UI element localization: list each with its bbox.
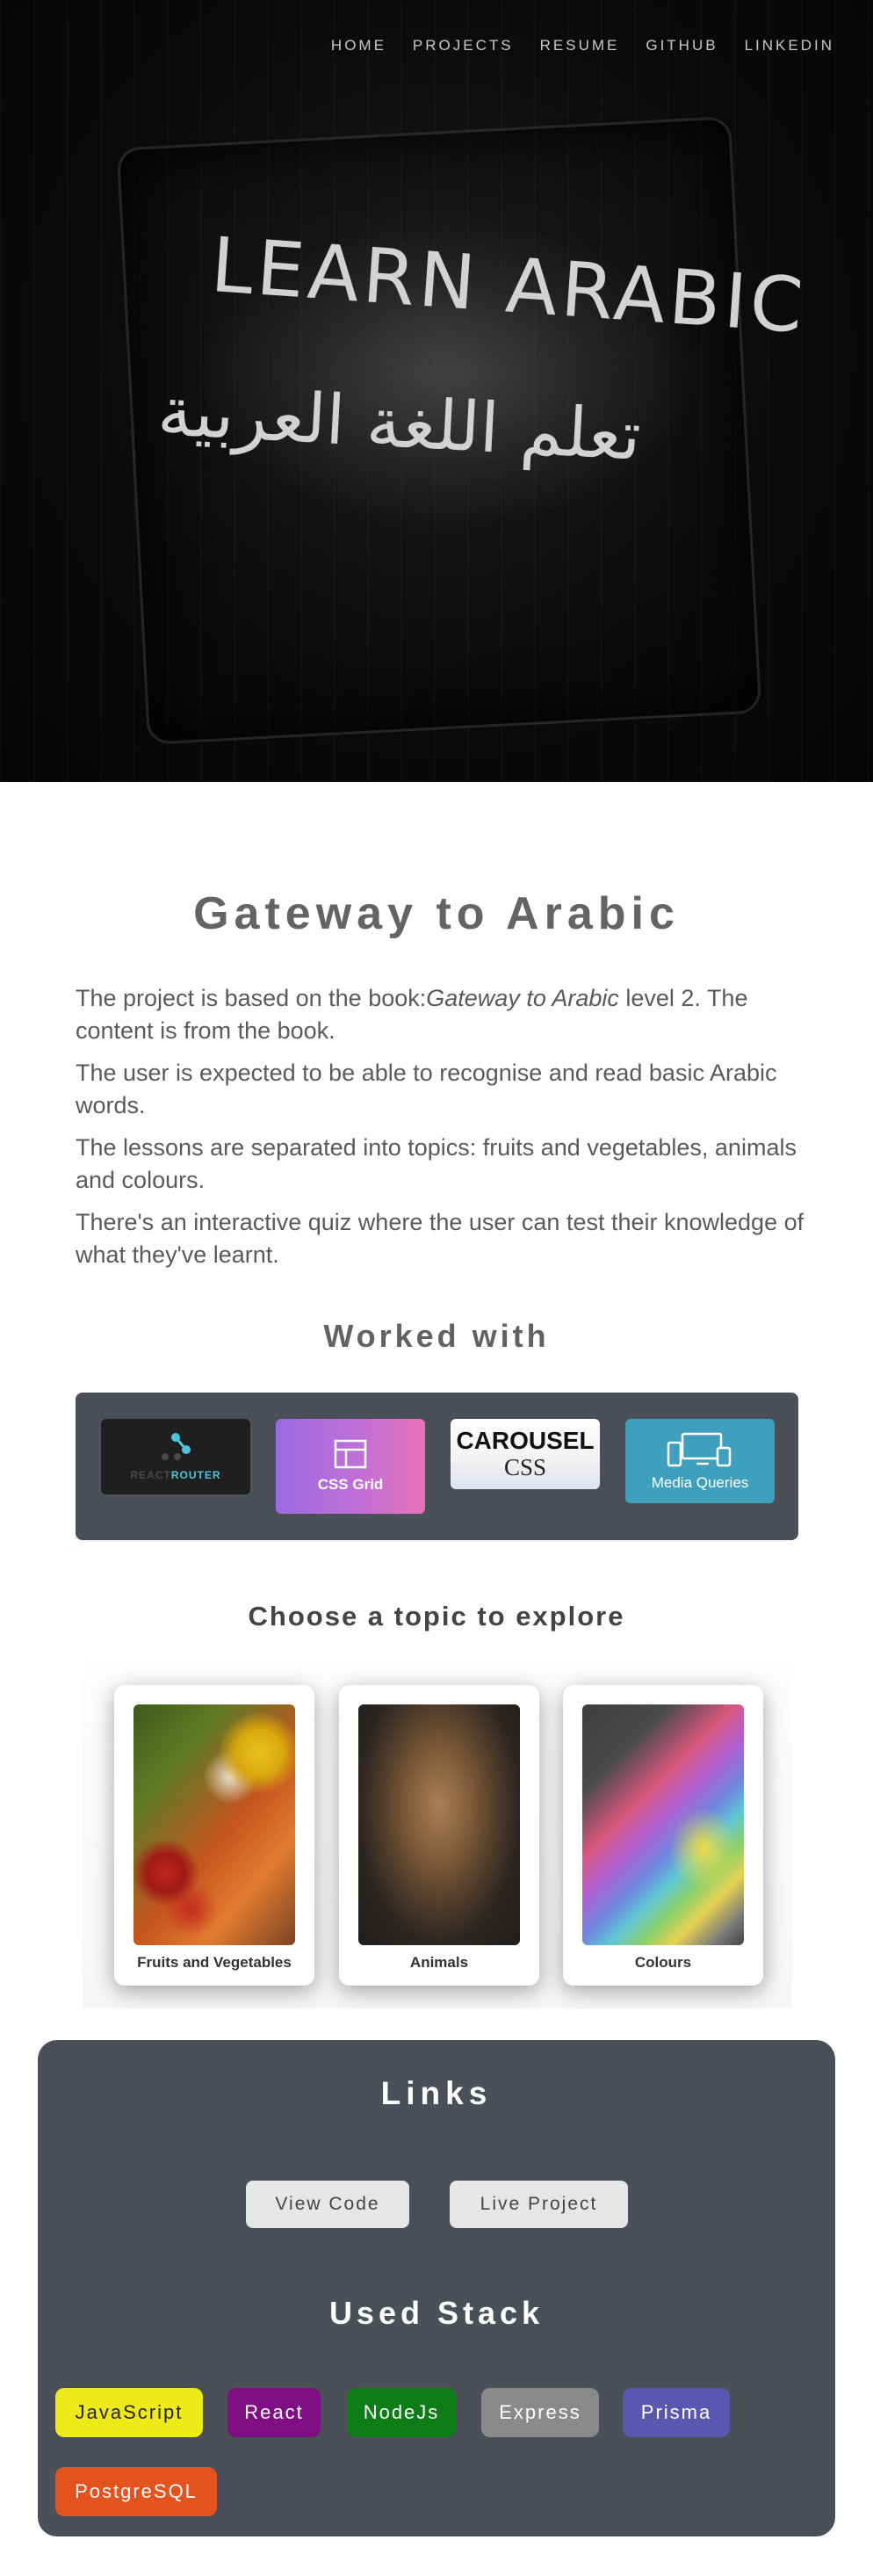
top-nav: HOME PROJECTS RESUME GITHUB LINKEDIN (331, 37, 834, 54)
choose-topic-heading: Choose a topic to explore (248, 1601, 625, 1632)
stack-chip-javascript: JavaScript (55, 2388, 203, 2437)
topic-label: Animals (409, 1954, 469, 1971)
devices-icon (667, 1432, 732, 1467)
react-router-label: REACTROUTER (130, 1469, 220, 1481)
links-heading: Links (380, 2075, 493, 2111)
css-grid-logo: CSS Grid (276, 1419, 425, 1514)
topic-card-fruits-vegetables[interactable]: Fruits and Vegetables (114, 1685, 314, 1986)
nav-projects-link[interactable]: PROJECTS (413, 37, 514, 54)
nav-linkedin-link[interactable]: LINKEDIN (745, 37, 834, 54)
topic-card-animals[interactable]: Animals (339, 1685, 539, 1986)
live-project-button[interactable]: Live Project (450, 2181, 628, 2228)
topic-card-colours[interactable]: Colours (563, 1685, 763, 1986)
nav-home-link[interactable]: HOME (331, 37, 386, 54)
nav-github-link[interactable]: GITHUB (646, 37, 718, 54)
carousel-css-label: CSS (503, 1454, 547, 1480)
stack-chip-postgresql: PostgreSQL (55, 2467, 217, 2516)
carousel-css-logo: CAROUSEL CSS (451, 1419, 600, 1489)
stack-chip-prisma: Prisma (623, 2388, 730, 2437)
worked-with-panel: REACTROUTER CSS Grid CAROUSEL CSS Media … (76, 1393, 798, 1540)
media-queries-label: Media Queries (651, 1474, 749, 1491)
nav-resume-link[interactable]: RESUME (540, 37, 620, 54)
description-paragraph: The project is based on the book:Gateway… (76, 982, 804, 1047)
react-router-label-a: REACT (130, 1469, 171, 1481)
colours-image (582, 1704, 744, 1945)
topic-label: Fruits and Vegetables (137, 1954, 292, 1971)
description-paragraph: The lessons are separated into topics: f… (76, 1134, 797, 1193)
project-description: The project is based on the book:Gateway… (76, 982, 804, 1281)
links-panel: Links View Code Live Project Used Stack … (38, 2040, 835, 2536)
stack-chip-nodejs: NodeJs (347, 2388, 456, 2437)
react-router-icon (162, 1433, 191, 1460)
hero-banner: LEARN ARABIC تعلم اللغة العربية HOME PRO… (0, 0, 873, 782)
vegetables-image (133, 1704, 295, 1945)
lion-image (358, 1704, 520, 1945)
grid-layout-icon (334, 1439, 367, 1469)
project-title: Gateway to Arabic (193, 888, 680, 939)
css-grid-label: CSS Grid (317, 1476, 384, 1493)
react-router-logo: REACTROUTER (101, 1419, 250, 1494)
media-queries-logo: Media Queries (625, 1419, 775, 1503)
stack-chip-express: Express (481, 2388, 599, 2437)
book-title: Gateway to Arabic (426, 985, 619, 1011)
react-router-label-b: ROUTER (170, 1469, 221, 1481)
used-stack-heading: Used Stack (328, 2295, 545, 2331)
stack-chip-react: React (227, 2388, 321, 2437)
description-text: The project is based on the book: (76, 985, 427, 1011)
view-code-button[interactable]: View Code (246, 2181, 409, 2228)
carousel-label: CAROUSEL (456, 1427, 595, 1454)
description-paragraph: The user is expected to be able to recog… (76, 1060, 777, 1118)
topic-label: Colours (634, 1954, 692, 1971)
description-paragraph: There's an interactive quiz where the us… (76, 1209, 804, 1268)
worked-with-heading: Worked with (323, 1318, 550, 1354)
